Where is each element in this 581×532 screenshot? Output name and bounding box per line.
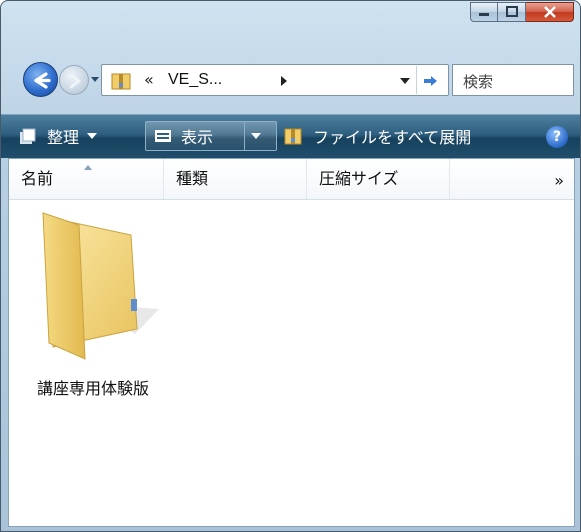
extract-zip-icon [284, 128, 302, 145]
address-overflow-chevron[interactable]: « [144, 70, 154, 89]
extract-all-button[interactable]: ファイルをすべて展開 [283, 123, 471, 149]
address-path-segment[interactable]: VE_S... [168, 71, 222, 89]
more-columns-button[interactable]: » [554, 171, 564, 190]
back-arrow-icon [34, 72, 51, 89]
column-compressed-size-label: 圧縮サイズ [319, 169, 399, 188]
folder-item[interactable] [39, 209, 159, 369]
search-box[interactable]: 検索 [452, 64, 574, 96]
address-bar[interactable]: « VE_S... [101, 64, 449, 96]
file-list-pane: 名前 種類 圧縮サイズ » 講座専用体験版 [8, 158, 575, 527]
views-button[interactable]: 表示 [153, 123, 213, 149]
views-dropdown-icon [251, 133, 261, 139]
search-placeholder: 検索 [463, 73, 494, 91]
forward-arrow-icon [69, 73, 81, 89]
zip-folder-icon [111, 73, 131, 90]
column-type[interactable]: 種類 [164, 159, 307, 199]
maximize-icon [505, 6, 518, 17]
column-name-label: 名前 [21, 169, 54, 188]
views-dropdown-button[interactable] [251, 123, 261, 149]
minimize-icon [479, 13, 489, 16]
breadcrumb-arrow-icon[interactable] [281, 76, 287, 86]
organize-icon [20, 128, 36, 144]
explorer-window: « VE_S... 検索 整理 表示 ファイルをすべて展開 ? 名前 種類 圧縮… [0, 0, 581, 532]
address-dropdown-icon[interactable] [400, 78, 410, 84]
column-name[interactable]: 名前 [9, 159, 164, 199]
close-button[interactable] [526, 2, 574, 22]
folder-icon [42, 212, 159, 360]
column-header-row: 名前 種類 圧縮サイズ » [9, 159, 574, 200]
organize-button[interactable]: 整理 [17, 123, 98, 149]
folder-item-label[interactable]: 講座専用体験版 [37, 375, 149, 399]
views-separator [244, 122, 245, 150]
command-bar: 整理 表示 ファイルをすべて展開 ? [1, 114, 580, 158]
close-icon [543, 6, 556, 18]
column-type-label: 種類 [176, 169, 209, 188]
navigation-row: « VE_S... 検索 [1, 59, 580, 105]
maximize-button[interactable] [498, 2, 526, 22]
column-compressed-size[interactable]: 圧縮サイズ [307, 159, 450, 199]
help-button[interactable]: ? [546, 126, 568, 148]
recent-pages-dropdown-icon[interactable] [90, 74, 100, 84]
forward-button[interactable] [59, 65, 89, 95]
refresh-icon [424, 76, 437, 86]
caption-buttons [470, 2, 574, 22]
views-label: 表示 [181, 128, 214, 147]
refresh-button[interactable] [416, 66, 446, 94]
minimize-button[interactable] [470, 2, 498, 22]
organize-dropdown-icon [87, 133, 98, 139]
organize-label: 整理 [47, 128, 80, 147]
sort-ascending-icon [84, 165, 92, 170]
title-bar[interactable] [1, 1, 580, 51]
extract-all-label: ファイルをすべて展開 [313, 128, 472, 147]
back-button[interactable] [23, 62, 58, 97]
views-icon [155, 130, 171, 142]
